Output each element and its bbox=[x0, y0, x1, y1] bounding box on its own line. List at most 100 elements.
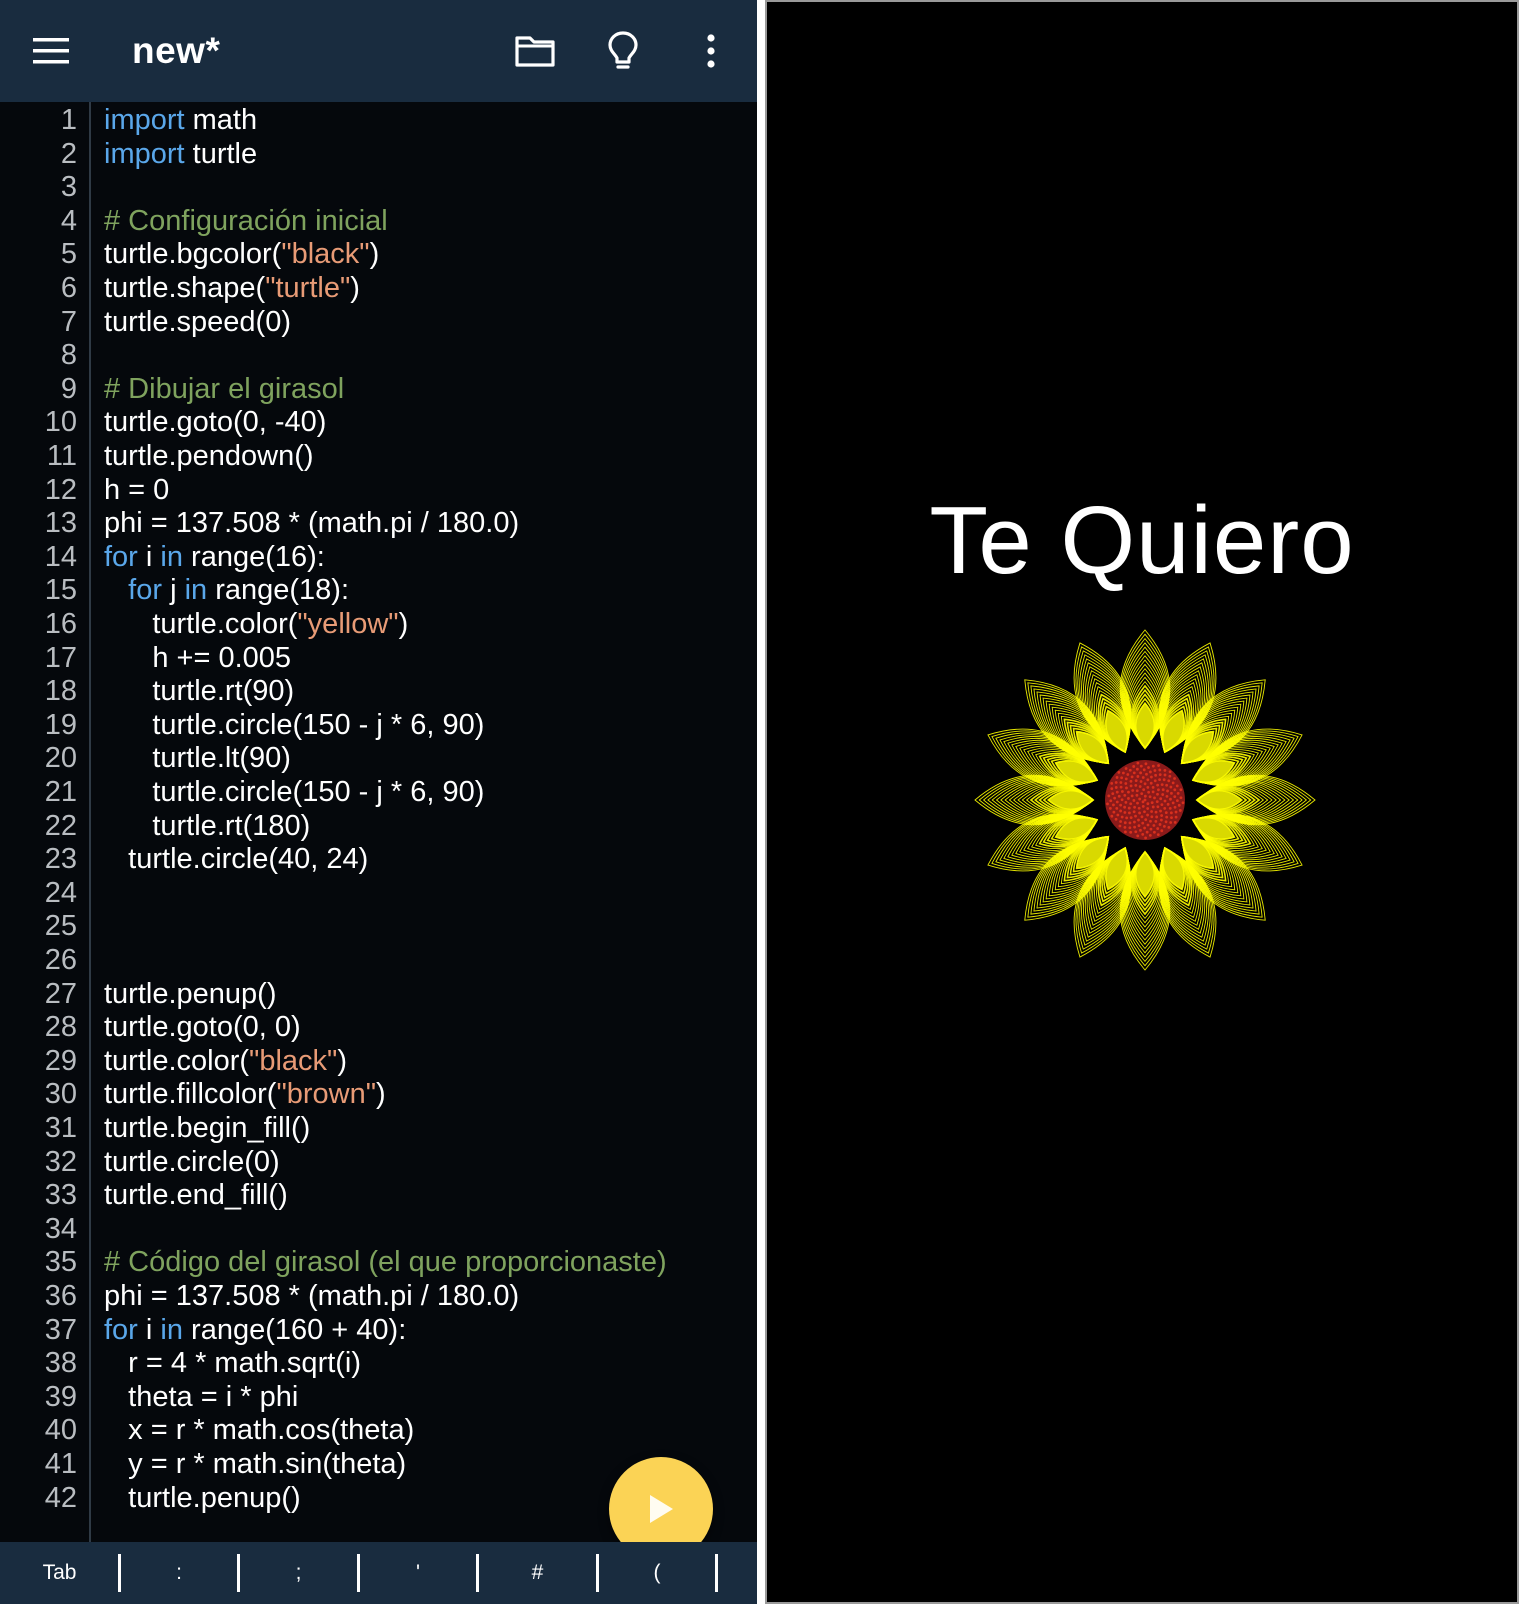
seed-dot bbox=[1137, 824, 1141, 828]
code-line[interactable]: 2 import turtle bbox=[0, 137, 757, 171]
code-line[interactable]: 27 turtle.penup() bbox=[0, 977, 757, 1011]
code-token: turtle.circle(40, 24) bbox=[104, 843, 369, 876]
code-line[interactable]: 11 turtle.pendown() bbox=[0, 439, 757, 473]
code-line[interactable]: 10 turtle.goto(0, -40) bbox=[0, 405, 757, 439]
seed-dot bbox=[1128, 826, 1132, 830]
seed-dot bbox=[1139, 771, 1143, 775]
code-line[interactable]: 30 turtle.fillcolor("brown") bbox=[0, 1077, 757, 1111]
code-line[interactable]: 34 bbox=[0, 1212, 757, 1246]
seed-dot bbox=[1119, 803, 1123, 807]
code-line[interactable]: 17 h += 0.005 bbox=[0, 641, 757, 675]
seed-dot bbox=[1173, 788, 1177, 792]
code-token: range(18): bbox=[207, 574, 350, 607]
code-line[interactable]: 28 turtle.goto(0, 0) bbox=[0, 1010, 757, 1044]
code-token: ) bbox=[398, 608, 409, 640]
code-line[interactable]: 16 turtle.color("yellow") bbox=[0, 607, 757, 641]
code-line[interactable]: 40 x = r * math.cos(theta) bbox=[0, 1413, 757, 1447]
code-line[interactable]: 8 bbox=[0, 338, 757, 372]
seed-dot bbox=[1146, 802, 1150, 806]
seed-dot bbox=[1113, 796, 1117, 800]
seed-dot bbox=[1149, 781, 1153, 785]
code-token: turtle.color( bbox=[104, 608, 298, 640]
seed-dot bbox=[1124, 830, 1127, 834]
code-token: y = r * math.sin(theta) bbox=[104, 1448, 407, 1480]
seed-dot bbox=[1144, 818, 1148, 822]
hints-button[interactable] bbox=[594, 22, 652, 80]
more-options-button[interactable] bbox=[682, 22, 740, 80]
code-line[interactable]: 23 turtle.circle(40, 24) bbox=[0, 842, 757, 876]
code-line[interactable]: 37 for i in range(160 + 40): bbox=[0, 1313, 757, 1347]
line-text: for i in range(160 + 40): bbox=[104, 1313, 406, 1347]
key-button[interactable]: # bbox=[478, 1542, 597, 1604]
line-text: # Configuración inicial bbox=[104, 204, 388, 238]
key-button[interactable]: ' bbox=[359, 1542, 478, 1604]
key-button[interactable]: ( bbox=[598, 1542, 717, 1604]
code-line[interactable]: 29 turtle.color("black") bbox=[0, 1044, 757, 1078]
code-line[interactable]: 7 turtle.speed(0) bbox=[0, 305, 757, 339]
code-line[interactable]: 12 h = 0 bbox=[0, 473, 757, 507]
seed-dot bbox=[1155, 800, 1159, 804]
seed-dot bbox=[1147, 766, 1150, 769]
extra-keys-bar: Tab:; ' #( bbox=[0, 1542, 757, 1604]
line-number: 16 bbox=[44, 608, 77, 640]
code-line[interactable]: 20 turtle.lt(90) bbox=[0, 741, 757, 775]
code-token: in bbox=[160, 540, 183, 573]
key-button[interactable]: Tab bbox=[0, 1542, 119, 1604]
line-number: 3 bbox=[60, 171, 77, 204]
seed-dot bbox=[1127, 797, 1130, 800]
key-button[interactable]: : bbox=[120, 1542, 239, 1604]
seed-dot bbox=[1168, 774, 1172, 778]
seed-dot bbox=[1141, 833, 1145, 836]
seed-dot bbox=[1115, 790, 1119, 794]
code-line[interactable]: 3 bbox=[0, 170, 757, 204]
code-area[interactable]: 1 import math 2 import turtle 3 4 # Configurac… bbox=[0, 102, 757, 1542]
seed-dot bbox=[1120, 798, 1124, 802]
code-token: phi = 137.508 * (math.pi / 180.0) bbox=[104, 507, 520, 540]
line-number: 38 bbox=[44, 1347, 77, 1380]
code-line[interactable]: 36 phi = 137.508 * (math.pi / 180.0) bbox=[0, 1279, 757, 1313]
code-line[interactable]: 26 bbox=[0, 943, 757, 977]
line-text: turtle.rt(180) bbox=[104, 809, 310, 843]
code-line[interactable]: 1 import math bbox=[0, 103, 757, 137]
open-folder-button[interactable] bbox=[506, 22, 564, 80]
key-button[interactable]: ; bbox=[239, 1542, 358, 1604]
code-line[interactable]: 13 phi = 137.508 * (math.pi / 180.0) bbox=[0, 506, 757, 540]
seed-dot bbox=[1123, 821, 1127, 825]
seed-dot bbox=[1119, 785, 1123, 789]
code-token: turtle.end_fill() bbox=[104, 1179, 288, 1212]
code-token: turtle.lt(90) bbox=[104, 742, 291, 775]
code-line[interactable]: 5 turtle.bgcolor("black") bbox=[0, 237, 757, 271]
code-line[interactable]: 32 turtle.circle(0) bbox=[0, 1145, 757, 1179]
code-line[interactable]: 25 bbox=[0, 909, 757, 943]
seed-dot bbox=[1148, 834, 1152, 837]
menu-button[interactable] bbox=[22, 22, 80, 80]
seed-dot bbox=[1119, 809, 1123, 813]
code-line[interactable]: 24 bbox=[0, 876, 757, 910]
line-number: 34 bbox=[44, 1212, 77, 1245]
code-line[interactable]: 33 turtle.end_fill() bbox=[0, 1178, 757, 1212]
code-line[interactable]: 35 # Código del girasol (el que proporcio… bbox=[0, 1245, 757, 1279]
code-line[interactable]: 18 turtle.rt(90) bbox=[0, 674, 757, 708]
code-token: import bbox=[104, 104, 185, 136]
code-token: h += 0.005 bbox=[104, 641, 292, 674]
seed-dot bbox=[1132, 810, 1136, 814]
line-number: 11 bbox=[46, 440, 77, 472]
line-number: 17 bbox=[44, 641, 77, 674]
code-line[interactable]: 19 turtle.circle(150 - j * 6, 90) bbox=[0, 708, 757, 742]
code-line[interactable]: 6 turtle.shape("turtle") bbox=[0, 271, 757, 305]
code-token: j bbox=[162, 574, 185, 607]
code-line[interactable]: 14 for i in range(16): bbox=[0, 540, 757, 574]
seed-dot bbox=[1132, 771, 1136, 775]
code-line[interactable]: 4 # Configuración inicial bbox=[0, 204, 757, 238]
code-line[interactable]: 39 theta = i * phi bbox=[0, 1380, 757, 1414]
line-number: 2 bbox=[60, 137, 77, 170]
code-line[interactable]: 22 turtle.rt(180) bbox=[0, 809, 757, 843]
code-line[interactable]: 38 r = 4 * math.sqrt(i) bbox=[0, 1346, 757, 1380]
code-line[interactable]: 21 turtle.circle(150 - j * 6, 90) bbox=[0, 775, 757, 809]
seed-dot bbox=[1161, 793, 1165, 796]
code-line[interactable]: 31 turtle.begin_fill() bbox=[0, 1111, 757, 1145]
code-line[interactable]: 15 for j in range(18): bbox=[0, 573, 757, 607]
seed-dot bbox=[1140, 792, 1144, 796]
seed-dot bbox=[1114, 817, 1118, 821]
code-line[interactable]: 9 # Dibujar el girasol bbox=[0, 372, 757, 406]
